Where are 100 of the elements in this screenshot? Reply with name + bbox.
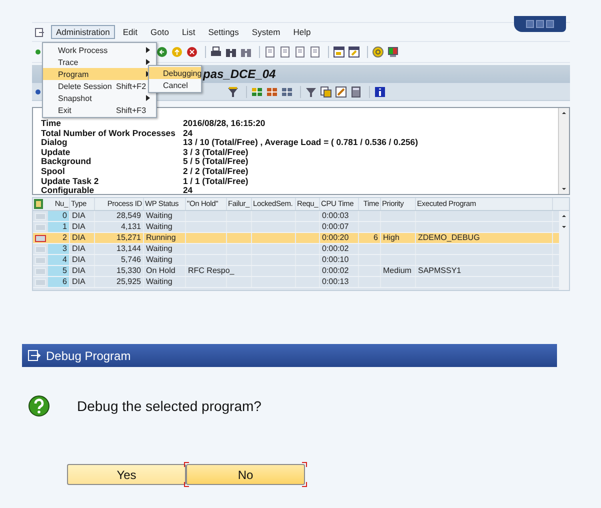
monitor-icon[interactable]: [387, 46, 399, 58]
table-cell: Waiting: [146, 244, 172, 253]
table-cell: 6: [374, 233, 378, 242]
table-cell: DIA: [72, 277, 86, 286]
menu-item[interactable]: Help: [288, 25, 316, 39]
info-label: Configurable: [41, 186, 95, 196]
window-icon[interactable]: [348, 46, 360, 58]
dialog-button[interactable]: Yes: [67, 464, 186, 485]
info-label: Update Task 2: [41, 176, 100, 186]
screen-title: pas_DCE_04: [203, 67, 276, 81]
page-icon[interactable]: [279, 46, 291, 58]
menu-icon[interactable]: [35, 28, 45, 36]
table-cell: DIA: [72, 255, 86, 264]
back-icon[interactable]: [156, 46, 168, 58]
grid-icon[interactable]: [251, 86, 263, 98]
table-cell: DIA: [72, 233, 86, 242]
page-icon[interactable]: [294, 46, 306, 58]
table-cell: 6: [62, 277, 67, 286]
menu-item[interactable]: Goto: [146, 25, 174, 39]
grid-icon[interactable]: [281, 86, 293, 98]
menu-item[interactable]: Exit Shift+F3: [43, 104, 156, 116]
info-value: 24: [183, 186, 193, 196]
print-icon[interactable]: [210, 46, 222, 58]
table-cell: RFC Respo_: [188, 266, 234, 275]
table-cell: 0:00:20: [322, 233, 349, 242]
filter-icon[interactable]: [305, 86, 317, 98]
scrollbar[interactable]: [559, 211, 569, 290]
table-cell: 0:00:10: [322, 255, 349, 264]
table-cell: DIA: [72, 211, 86, 220]
table-cell: Waiting: [146, 211, 172, 220]
menu-item[interactable]: Work Process: [43, 44, 156, 56]
menu-item[interactable]: Administration: [51, 25, 115, 39]
info-label: Dialog: [41, 138, 68, 148]
info-label: Update: [41, 148, 70, 158]
copy-icon[interactable]: [320, 86, 332, 98]
scroll-up-icon[interactable]: [560, 109, 568, 117]
info-label: Background: [41, 157, 92, 167]
table-cell: 5,746: [120, 255, 141, 264]
scroll-down-icon[interactable]: [560, 185, 568, 193]
table-cell: 0: [62, 211, 67, 220]
table-cell: Waiting: [146, 277, 172, 286]
menu-item[interactable]: List: [176, 25, 200, 39]
table-cell: 1: [62, 222, 67, 231]
table-cell: 0:00:02: [322, 244, 349, 253]
info-value: 1 / 1 (Total/Free): [183, 176, 248, 186]
layout-icon[interactable]: [33, 198, 45, 210]
cancel-icon[interactable]: [186, 46, 198, 58]
info-icon[interactable]: [374, 86, 386, 98]
info-value: 5 / 5 (Total/Free): [183, 157, 248, 167]
table-cell: Running: [146, 233, 176, 242]
info-value: 24: [183, 128, 193, 138]
table-cell: 15,330: [116, 266, 141, 275]
table-cell: 2: [62, 233, 67, 242]
table-cell: 0:00:03: [322, 211, 349, 220]
page-icon[interactable]: [309, 46, 321, 58]
table-cell: 0:00:13: [322, 277, 349, 286]
info-label: Total Number of Work Processes: [41, 128, 176, 138]
table-cell: 5: [62, 266, 67, 275]
row-selector[interactable]: [35, 234, 46, 242]
table-cell: Waiting: [146, 222, 172, 231]
page-icon[interactable]: [264, 46, 276, 58]
table-cell: 4,131: [120, 222, 141, 231]
table-cell: 0:00:07: [322, 222, 349, 231]
table-cell: SAPMSSY1: [418, 266, 462, 275]
table-cell: Medium: [383, 266, 412, 275]
edit-icon[interactable]: [335, 86, 347, 98]
scrollbar[interactable]: [558, 108, 569, 194]
window-icon[interactable]: [333, 46, 345, 58]
find-icon[interactable]: [225, 46, 237, 58]
dialog-icon: [28, 350, 41, 361]
dialog-title: Debug Program: [46, 348, 131, 362]
submenu-arrow-icon: [146, 95, 150, 101]
table-cell: 15,271: [116, 233, 141, 242]
table-cell: DIA: [72, 222, 86, 231]
scroll-down-icon[interactable]: [560, 223, 568, 231]
info-value: 3 / 3 (Total/Free): [183, 148, 248, 158]
table-cell: ZDEMO_DEBUG: [418, 233, 480, 242]
menu-item[interactable]: Settings: [203, 25, 244, 39]
table-cell: 3: [62, 244, 67, 253]
find-next-icon[interactable]: [240, 46, 252, 58]
table-cell: 25,925: [116, 277, 141, 286]
menu-item[interactable]: Trace: [43, 56, 156, 68]
filter-icon[interactable]: [227, 86, 239, 98]
info-value: 13 / 10 (Total/Free) , Average Load = ( 0.781 / 0.536 / 0.256): [183, 138, 418, 148]
table-cell: DIA: [72, 266, 86, 275]
question-icon: [28, 395, 50, 417]
info-value: 2 / 2 (Total/Free): [183, 166, 248, 177]
table-cell: Waiting: [146, 255, 172, 264]
table-cell: DIA: [72, 244, 86, 253]
menu-item[interactable]: Edit: [118, 25, 143, 39]
menu-item[interactable]: Cancel: [149, 79, 201, 91]
table-cell: On Hold: [146, 266, 176, 275]
menu-item[interactable]: Debugging: [149, 67, 201, 79]
table-cell: 28,549: [116, 211, 141, 220]
dialog-button[interactable]: No: [186, 464, 305, 485]
calculator-icon[interactable]: [350, 86, 362, 98]
grid-icon[interactable]: [266, 86, 278, 98]
menu-item[interactable]: System: [246, 25, 286, 39]
table-cell: 0:00:02: [322, 266, 349, 275]
menu-item[interactable]: Snapshot: [43, 92, 156, 104]
